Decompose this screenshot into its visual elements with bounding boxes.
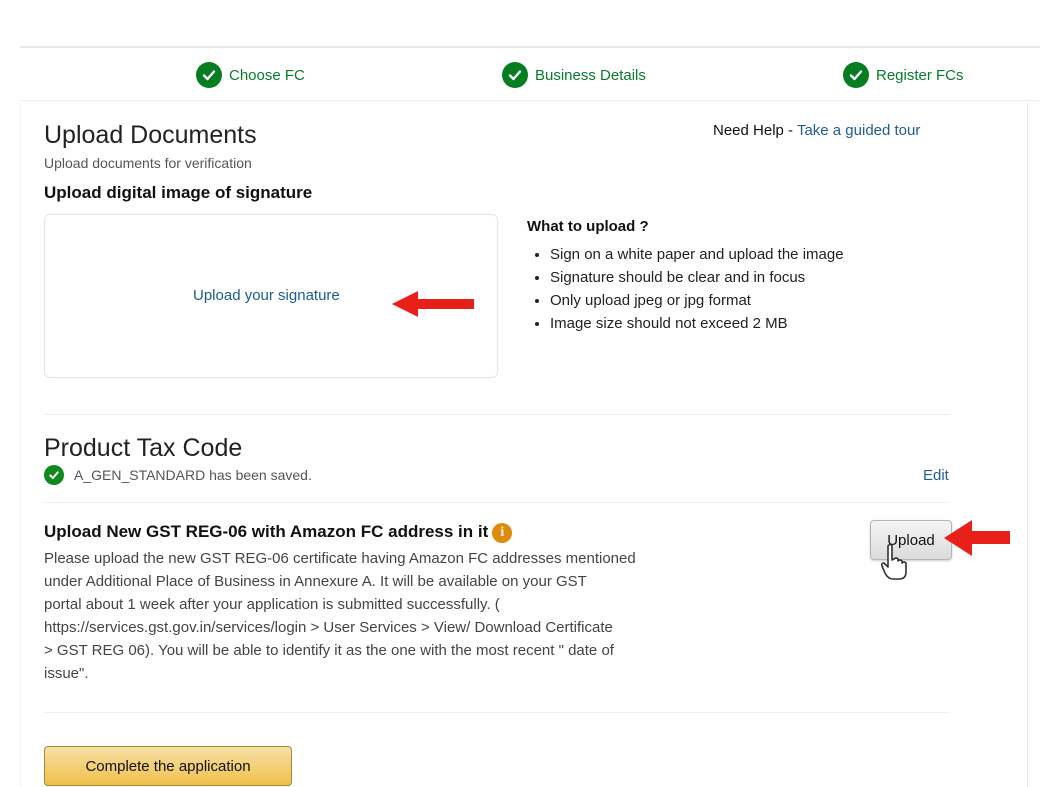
top-divider	[20, 46, 1040, 48]
check-circle-icon	[44, 465, 64, 485]
step-register-fcs: Register FCs	[843, 61, 964, 89]
upload-documents-subtitle: Upload documents for verification	[44, 155, 252, 171]
gst-heading-text: Upload New GST REG-06 with Amazon FC add…	[44, 522, 489, 541]
complete-application-button[interactable]: Complete the application	[44, 746, 292, 786]
signature-heading: Upload digital image of signature	[44, 183, 313, 202]
edit-link[interactable]: Edit	[923, 467, 949, 484]
description-line: > GST REG 06). You will be able to ident…	[44, 642, 614, 659]
tax-code-saved-status: A_GEN_STANDARD has been saved.	[44, 465, 312, 485]
right-border	[1027, 100, 1028, 787]
gst-heading: Upload New GST REG-06 with Amazon FC add…	[44, 522, 513, 543]
section-divider	[44, 712, 950, 713]
gst-description: Please upload the new GST REG-06 certifi…	[44, 547, 684, 685]
upload-requirements-list: Sign on a white paper and upload the ima…	[530, 243, 844, 335]
product-tax-code-title: Product Tax Code	[44, 434, 243, 462]
list-item: Only upload jpeg or jpg format	[550, 289, 844, 312]
step-label: Business Details	[535, 66, 646, 84]
step-label: Choose FC	[229, 66, 305, 84]
annotation-arrow-icon	[944, 520, 1010, 556]
list-item: Sign on a white paper and upload the ima…	[550, 243, 844, 266]
description-line: issue".	[44, 665, 89, 682]
check-circle-icon	[502, 62, 528, 88]
section-divider	[44, 502, 950, 503]
upload-signature-link[interactable]: Upload your signature	[193, 287, 340, 304]
list-item: Signature should be clear and in focus	[550, 266, 844, 289]
annotation-arrow-icon	[392, 291, 474, 317]
description-line: Please upload the new GST REG-06 certifi…	[44, 550, 636, 567]
what-to-upload-title: What to upload ?	[527, 218, 649, 235]
stepbar-divider	[20, 100, 1040, 101]
step-label: Register FCs	[876, 66, 964, 84]
hand-cursor-icon	[880, 543, 907, 580]
guided-tour-link[interactable]: Take a guided tour	[797, 122, 920, 139]
section-divider	[44, 414, 950, 415]
saved-text: A_GEN_STANDARD has been saved.	[74, 467, 312, 483]
list-item: Image size should not exceed 2 MB	[550, 312, 844, 335]
upload-documents-title: Upload Documents	[44, 121, 257, 149]
check-circle-icon	[843, 62, 869, 88]
description-line: under Additional Place of Business in An…	[44, 573, 587, 590]
left-border	[20, 100, 21, 787]
need-help: Need Help - Take a guided tour	[713, 122, 920, 139]
description-line: portal about 1 week after your applicati…	[44, 596, 500, 613]
step-business-details: Business Details	[502, 61, 646, 89]
description-line: https://services.gst.gov.in/services/log…	[44, 619, 613, 636]
check-circle-icon	[196, 62, 222, 88]
need-help-label: Need Help -	[713, 122, 797, 139]
info-icon[interactable]: i	[492, 522, 513, 543]
step-choose-fc: Choose FC	[196, 61, 305, 89]
